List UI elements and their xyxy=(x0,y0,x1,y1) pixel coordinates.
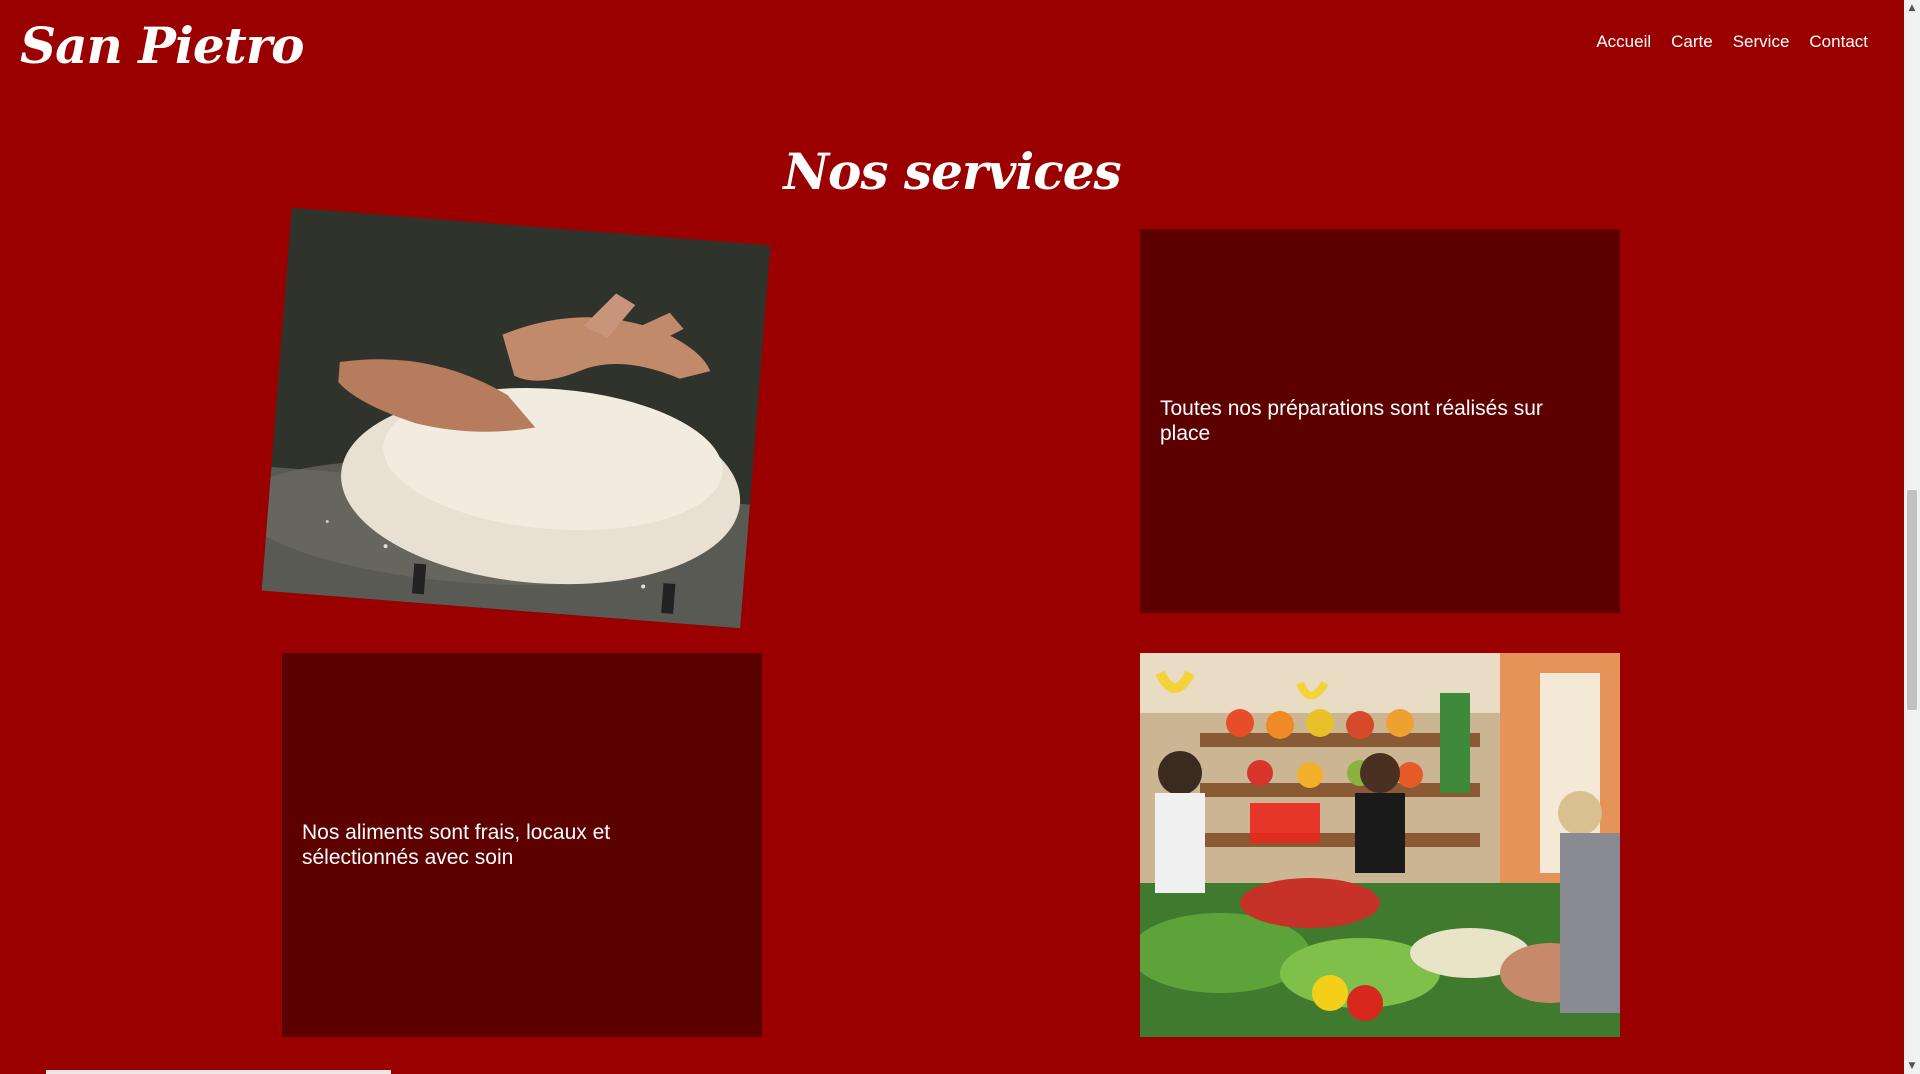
service-card-aliments-text: Nos aliments sont frais, locaux et sélec… xyxy=(302,821,611,869)
nav-contact[interactable]: Contact xyxy=(1809,32,1868,52)
service-card-preparations: Toutes nos préparations sont réalisés su… xyxy=(1140,229,1620,613)
nav-carte[interactable]: Carte xyxy=(1671,32,1713,52)
scrollbar-thumb[interactable] xyxy=(1907,490,1917,710)
dough-photo xyxy=(261,207,771,629)
bottom-strip xyxy=(46,1070,391,1074)
site-logo[interactable]: San Pietro xyxy=(20,16,304,75)
nav-accueil[interactable]: Accueil xyxy=(1596,32,1651,52)
service-card-aliments: Nos aliments sont frais, locaux et sélec… xyxy=(282,653,762,1037)
services-title: Nos services xyxy=(783,142,1121,201)
service-card-preparations-text: Toutes nos préparations sont réalisés su… xyxy=(1160,397,1543,445)
nav-service[interactable]: Service xyxy=(1733,32,1790,52)
main-nav: Accueil Carte Service Contact xyxy=(1596,32,1868,52)
scroll-down-icon[interactable]: ▼ xyxy=(1904,1058,1920,1074)
market-photo xyxy=(1140,653,1620,1037)
page: San Pietro Accueil Carte Service Contact… xyxy=(0,0,1920,1074)
scroll-up-icon[interactable]: ▲ xyxy=(1904,0,1920,16)
vertical-scrollbar[interactable]: ▲ ▼ xyxy=(1904,0,1920,1074)
